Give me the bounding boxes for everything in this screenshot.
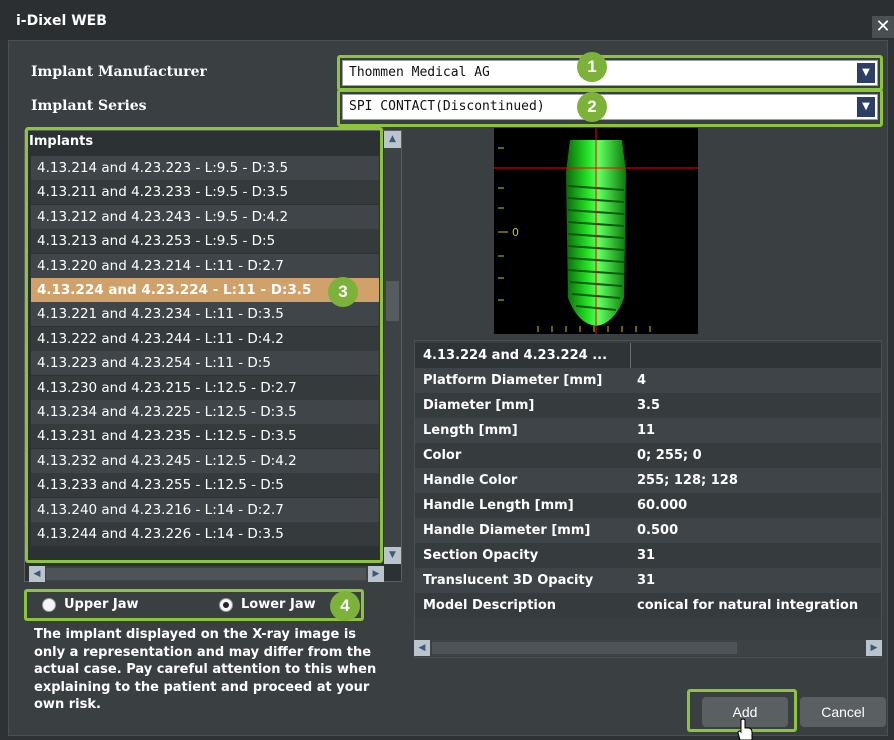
scroll-left-icon[interactable]: ◀ xyxy=(414,640,430,656)
property-row: Translucent 3D Opacity 31 xyxy=(415,568,881,593)
close-icon: ✕ xyxy=(875,16,891,37)
scroll-thumb[interactable] xyxy=(386,281,399,321)
callout-badge-3: 3 xyxy=(328,277,358,307)
property-row: Color 0; 255; 0 xyxy=(415,443,881,468)
property-value: 3.5 xyxy=(637,398,661,413)
property-key: Diameter [mm] xyxy=(423,398,535,413)
properties-hscrollbar[interactable]: ◀ ▶ xyxy=(414,640,882,656)
highlight-jaw xyxy=(24,589,364,621)
property-key: Color xyxy=(423,448,462,463)
callout-badge-1: 1 xyxy=(577,52,607,82)
property-key: Model Description xyxy=(423,598,557,613)
property-row: Length [mm] 11 xyxy=(415,418,881,443)
property-value: 11 xyxy=(637,423,656,438)
disclaimer-text: The implant displayed on the X-ray image… xyxy=(34,627,377,712)
property-key: Section Opacity xyxy=(423,548,539,563)
scroll-left-icon[interactable]: ◀ xyxy=(29,566,45,582)
properties-title: 4.13.224 and 4.23.224 ... xyxy=(423,348,608,363)
implant-list-hscrollbar[interactable]: ◀ ▶ xyxy=(29,566,384,582)
property-value: 31 xyxy=(637,548,656,563)
column-divider[interactable] xyxy=(630,343,631,368)
highlight-series xyxy=(337,89,883,127)
property-value: 31 xyxy=(637,573,656,588)
implant-render: 0 xyxy=(494,128,698,334)
axis-label: 0 xyxy=(512,226,519,239)
implant-list-vscrollbar[interactable]: ▲ ▼ xyxy=(384,131,401,564)
close-button[interactable]: ✕ xyxy=(872,16,894,38)
properties-grid: 4.13.224 and 4.23.224 ... Platform Diame… xyxy=(414,340,882,658)
scroll-right-icon[interactable]: ▶ xyxy=(866,640,882,656)
properties-header-row: 4.13.224 and 4.23.224 ... xyxy=(415,343,881,368)
highlight-implant-list xyxy=(25,127,383,563)
property-row: Handle Diameter [mm] 0.500 xyxy=(415,518,881,543)
property-row: Model Description conical for natural int… xyxy=(415,593,881,618)
property-value: 60.000 xyxy=(637,498,688,513)
manufacturer-label: Implant Manufacturer xyxy=(31,64,207,80)
scroll-thumb[interactable] xyxy=(432,642,737,654)
property-row: Diameter [mm] 3.5 xyxy=(415,393,881,418)
property-key: Handle Diameter [mm] xyxy=(423,523,591,538)
cancel-button[interactable]: Cancel xyxy=(800,697,886,727)
property-value: 0; 255; 0 xyxy=(637,448,702,463)
callout-badge-4: 4 xyxy=(330,591,360,621)
property-value: 255; 128; 128 xyxy=(637,473,738,488)
title-bar: i-Dixel WEB ✕ xyxy=(0,0,894,40)
property-value: 4 xyxy=(637,373,647,388)
callout-badge-2: 2 xyxy=(577,92,607,122)
scroll-up-icon[interactable]: ▲ xyxy=(384,131,401,148)
property-row: Handle Length [mm] 60.000 xyxy=(415,493,881,518)
hand-cursor-icon xyxy=(737,718,753,740)
implant-preview: 0 xyxy=(494,128,698,334)
scroll-right-icon[interactable]: ▶ xyxy=(368,566,384,582)
property-key: Translucent 3D Opacity xyxy=(423,573,594,588)
highlight-manufacturer xyxy=(337,55,883,91)
window-title: i-Dixel WEB xyxy=(16,13,107,29)
property-key: Platform Diameter [mm] xyxy=(423,373,603,388)
series-label: Implant Series xyxy=(31,98,147,114)
property-key: Handle Length [mm] xyxy=(423,498,574,513)
property-key: Length [mm] xyxy=(423,423,518,438)
property-row: Handle Color 255; 128; 128 xyxy=(415,468,881,493)
property-key: Handle Color xyxy=(423,473,518,488)
scroll-down-icon[interactable]: ▼ xyxy=(384,547,401,564)
property-value: 0.500 xyxy=(637,523,679,538)
scroll-thumb[interactable] xyxy=(46,568,366,580)
property-row: Section Opacity 31 xyxy=(415,543,881,568)
property-row: Platform Diameter [mm] 4 xyxy=(415,368,881,393)
property-value: conical for natural integration xyxy=(637,598,859,613)
